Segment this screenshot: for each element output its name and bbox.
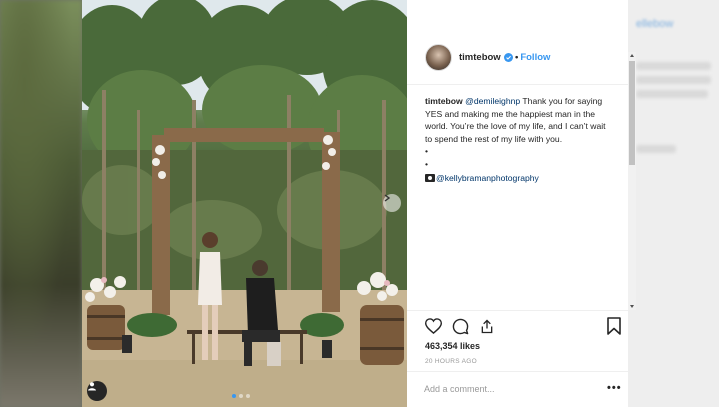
carousel-indicator xyxy=(232,394,250,398)
heart-icon xyxy=(424,318,442,334)
caption-mention[interactable]: @demileighnp xyxy=(465,96,520,106)
post-photo[interactable] xyxy=(82,0,407,407)
like-button[interactable] xyxy=(424,317,442,335)
divider xyxy=(407,371,628,372)
blurred-text-line xyxy=(636,145,676,153)
header-username[interactable]: timtebow xyxy=(459,52,501,63)
more-options-button[interactable]: ••• xyxy=(607,382,622,394)
scroll-down-arrow-icon[interactable] xyxy=(630,305,634,308)
comment-button[interactable] xyxy=(451,317,469,335)
comment-input[interactable]: Add a comment... xyxy=(424,384,495,394)
carousel-dot-active xyxy=(232,394,236,398)
carousel-dot xyxy=(246,394,250,398)
proposal-scene xyxy=(82,0,407,407)
caption-bullet: • xyxy=(425,146,429,156)
chevron-right-icon xyxy=(384,194,391,202)
photographer-mention[interactable]: @kellybramanphotography xyxy=(436,173,539,183)
caption-bullet: • xyxy=(425,158,429,169)
scrollbar-thumb[interactable] xyxy=(629,61,635,165)
likes-count[interactable]: 463,354 likes xyxy=(425,341,480,351)
blurred-text-line xyxy=(636,62,711,70)
post-details-panel: timtebow • Follow timtebow @demileighnp T… xyxy=(407,0,636,407)
blurred-text-line xyxy=(636,90,708,98)
post-header: timtebow • Follow xyxy=(407,0,628,85)
caption: timtebow @demileighnp Thank you for sayi… xyxy=(425,95,615,185)
camera-icon xyxy=(425,174,435,182)
follow-button[interactable]: • Follow xyxy=(515,52,550,63)
action-bar xyxy=(424,317,496,335)
user-icon xyxy=(88,382,96,391)
verified-badge-icon xyxy=(504,53,513,62)
comment-bubble-icon xyxy=(452,318,468,334)
avatar[interactable] xyxy=(425,44,452,71)
share-icon xyxy=(481,319,493,333)
scroll-up-arrow-icon[interactable] xyxy=(630,54,634,57)
comments-scrollbar[interactable] xyxy=(628,52,636,310)
bookmark-icon[interactable] xyxy=(606,317,622,335)
next-photo-button[interactable] xyxy=(383,194,401,212)
divider xyxy=(407,84,628,85)
caption-photographer-line: @kellybramanphotography xyxy=(425,172,615,185)
share-button[interactable] xyxy=(478,317,496,335)
follow-label: Follow xyxy=(520,52,551,63)
post-timestamp: 20 HOURS AGO xyxy=(425,358,478,365)
blurred-text-line xyxy=(636,76,711,84)
caption-username[interactable]: timtebow xyxy=(425,96,463,106)
blurred-link: ellebow xyxy=(636,18,674,30)
divider xyxy=(407,310,628,311)
blurred-background-left xyxy=(0,0,82,407)
blurred-background-right: ellebow xyxy=(628,0,719,407)
tagged-user-button[interactable] xyxy=(87,381,107,401)
carousel-dot xyxy=(239,394,243,398)
separator-dot: • xyxy=(515,52,519,63)
